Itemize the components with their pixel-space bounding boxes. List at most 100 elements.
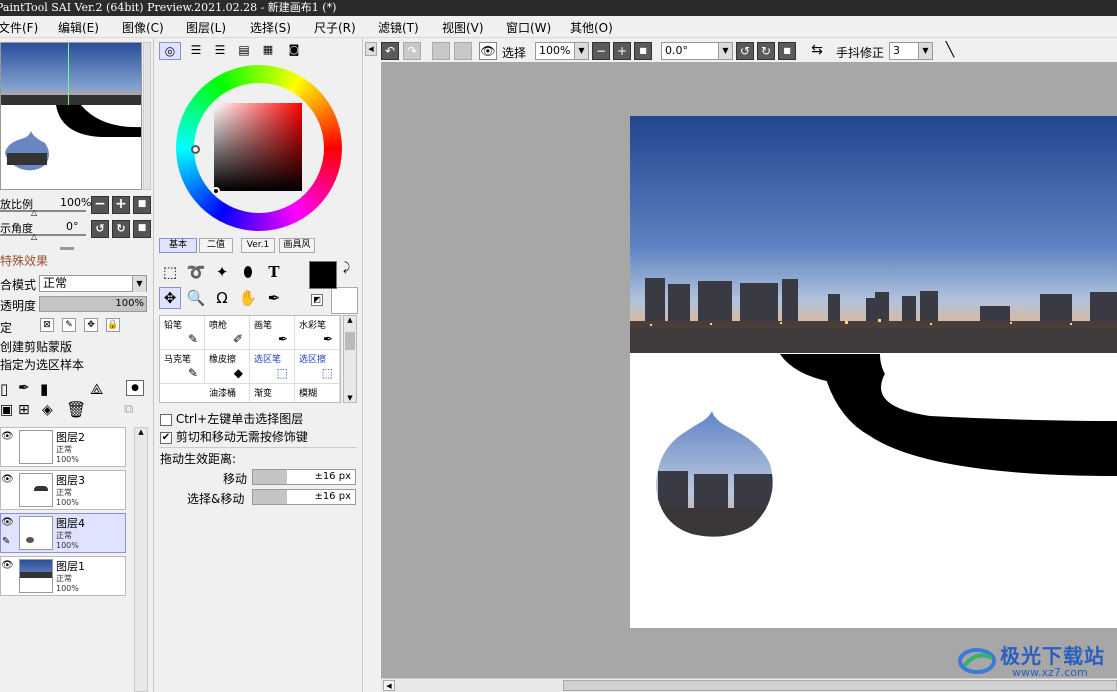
- brush-grid-scrollbar[interactable]: ▲ ▼: [343, 315, 357, 403]
- scratchpad-mode-icon[interactable]: ◙: [283, 42, 305, 60]
- layer-item-2[interactable]: 👁 图层2 正常 100%: [0, 427, 126, 467]
- zoom-slider[interactable]: [0, 210, 86, 212]
- tab-ver1[interactable]: Ver.1: [241, 238, 275, 253]
- zoom-out-icon[interactable]: −: [592, 42, 610, 60]
- swatches-mode-icon[interactable]: ▤: [233, 42, 255, 60]
- effects-title[interactable]: 特殊效果: [0, 252, 48, 269]
- brush-gradient[interactable]: 渐变: [250, 384, 295, 402]
- tab-painter[interactable]: 画具风: [279, 238, 315, 253]
- zoom-in-icon[interactable]: +: [613, 42, 631, 60]
- new-layer-icon[interactable]: ▯: [0, 380, 8, 398]
- zoom-reset-button[interactable]: ■: [133, 196, 151, 214]
- new-folder-icon[interactable]: ▮: [40, 380, 48, 398]
- clear-layer-icon[interactable]: ◈: [42, 402, 53, 418]
- menu-edit[interactable]: 编辑(E): [58, 19, 99, 36]
- zoom-in-button[interactable]: +: [112, 196, 130, 214]
- opacity-slider[interactable]: 100%: [39, 296, 147, 312]
- canvas-document[interactable]: [630, 116, 1117, 628]
- rotate-ccw-icon[interactable]: ↺: [736, 42, 754, 60]
- eye-icon[interactable]: 👁: [1, 473, 15, 487]
- angle-slider[interactable]: [0, 234, 86, 236]
- lock-move-icon[interactable]: ✥: [84, 318, 98, 332]
- color-wheel-mode-icon[interactable]: ◎: [159, 42, 181, 60]
- rect-select-tool-icon[interactable]: ⬚: [159, 261, 181, 283]
- flip-horizontal-icon[interactable]: ⇆: [807, 42, 827, 60]
- zoom-tool-icon[interactable]: 🔍: [185, 287, 207, 309]
- eye-icon[interactable]: 👁: [1, 430, 15, 444]
- navigator-scrollbar[interactable]: [143, 42, 151, 190]
- rotate-right-button[interactable]: ↻: [112, 220, 130, 238]
- hue-handle[interactable]: [191, 145, 200, 154]
- layer-item-4[interactable]: 👁 ✎ 图层4 正常 100%: [0, 513, 126, 553]
- menu-image[interactable]: 图像(C): [122, 19, 164, 36]
- rotate-tool-icon[interactable]: Ω: [211, 287, 233, 309]
- brush-blur[interactable]: 模糊: [295, 384, 340, 402]
- cut-move-option[interactable]: ✔ 剪切和移动无需按修饰键: [160, 428, 308, 445]
- move-distance-slider[interactable]: ±16 px: [252, 469, 356, 485]
- layer-effect-icon[interactable]: ⟁: [90, 380, 103, 398]
- rotate-reset-icon[interactable]: ■: [778, 42, 796, 60]
- layer-mask-icon[interactable]: ●: [126, 380, 144, 396]
- move-tool-icon[interactable]: ✥: [159, 287, 181, 309]
- rotate-reset-button[interactable]: ■: [133, 220, 151, 238]
- blend-mode-select[interactable]: 正常 ▼: [39, 275, 147, 292]
- brush-pencil[interactable]: 铅笔 ✎: [160, 316, 205, 350]
- rotate-cw-icon[interactable]: ↻: [757, 42, 775, 60]
- color-wheel[interactable]: [176, 65, 342, 231]
- ctrl-click-checkbox[interactable]: [160, 413, 172, 426]
- tab-binary[interactable]: 二值: [199, 238, 233, 253]
- shape-tool-icon[interactable]: ⬮: [237, 261, 259, 283]
- menu-ruler[interactable]: 尺子(R): [314, 19, 356, 36]
- new-linework-layer-icon[interactable]: ✒: [18, 380, 30, 396]
- selection-sample-row[interactable]: 指定为选区样本: [0, 356, 84, 373]
- saturation-value-square[interactable]: [214, 103, 302, 191]
- brush-eraser[interactable]: 橡皮擦 ◆: [205, 350, 250, 384]
- menu-filter[interactable]: 滤镜(T): [378, 19, 419, 36]
- brush-airbrush[interactable]: 喷枪 ✐: [205, 316, 250, 350]
- menu-other[interactable]: 其他(O): [570, 19, 613, 36]
- text-tool-icon[interactable]: T: [263, 261, 285, 283]
- undo-icon[interactable]: ↶: [381, 42, 399, 60]
- line-tool-icon[interactable]: ╲: [940, 42, 960, 60]
- zoom-reset-icon[interactable]: ■: [634, 42, 652, 60]
- lock-transparency-icon[interactable]: ⊠: [40, 318, 54, 332]
- zoom-out-button[interactable]: −: [91, 196, 109, 214]
- magic-wand-icon[interactable]: ✦: [211, 261, 233, 283]
- brush-bucket[interactable]: 油漆桶: [205, 384, 250, 402]
- swap-colors-icon[interactable]: ⤸: [343, 260, 350, 275]
- copy-layer-icon[interactable]: ▣: [0, 402, 13, 418]
- clip-mask-row[interactable]: 创建剪贴蒙版: [0, 338, 72, 355]
- menu-file[interactable]: 文件(F): [0, 19, 38, 36]
- zoom-select[interactable]: 100% ▼: [535, 42, 589, 60]
- sv-handle[interactable]: [212, 187, 220, 195]
- foreground-color-swatch[interactable]: [309, 261, 337, 289]
- trash-icon[interactable]: 🗑: [66, 400, 86, 419]
- brush-marker[interactable]: 马克笔 ✎: [160, 350, 205, 384]
- lock-all-icon[interactable]: 🔒: [106, 318, 120, 332]
- brush-selerase[interactable]: 选区擦 ⬚: [295, 350, 340, 384]
- rgb-slider-mode-icon[interactable]: ☰: [185, 42, 207, 60]
- hsv-slider-mode-icon[interactable]: ☰: [209, 42, 231, 60]
- eyedropper-icon[interactable]: ✒: [263, 287, 285, 309]
- brush-selpen[interactable]: 选区笔 ⬚: [250, 350, 295, 384]
- lock-draw-icon[interactable]: ✎: [62, 318, 76, 332]
- ctrl-click-option[interactable]: Ctrl+左键单击选择图层: [160, 410, 303, 427]
- palette-mode-icon[interactable]: ▦: [257, 42, 279, 60]
- eye-icon[interactable]: 👁: [1, 559, 15, 573]
- deselect-icon[interactable]: [432, 42, 450, 60]
- reset-colors-icon[interactable]: ◩: [311, 294, 323, 306]
- menu-view[interactable]: 视图(V): [442, 19, 484, 36]
- background-color-swatch[interactable]: [331, 287, 358, 314]
- merge-visible-icon[interactable]: ⧉: [124, 402, 133, 417]
- zoom-slider-handle[interactable]: △: [31, 208, 37, 217]
- canvas-hscrollbar[interactable]: ◀: [381, 678, 1117, 692]
- layer-item-1[interactable]: 👁 图层1 正常 100%: [0, 556, 126, 596]
- scroll-thumb[interactable]: [563, 680, 1117, 691]
- scroll-left-icon[interactable]: ◀: [383, 680, 395, 691]
- rotate-left-button[interactable]: ↺: [91, 220, 109, 238]
- layer-list-scrollbar[interactable]: ▲: [134, 427, 148, 692]
- angle-slider-handle[interactable]: △: [31, 232, 37, 241]
- brush-brush[interactable]: 画笔 ✒: [250, 316, 295, 350]
- cut-move-checkbox[interactable]: ✔: [160, 431, 172, 444]
- tab-basic[interactable]: 基本: [159, 238, 197, 253]
